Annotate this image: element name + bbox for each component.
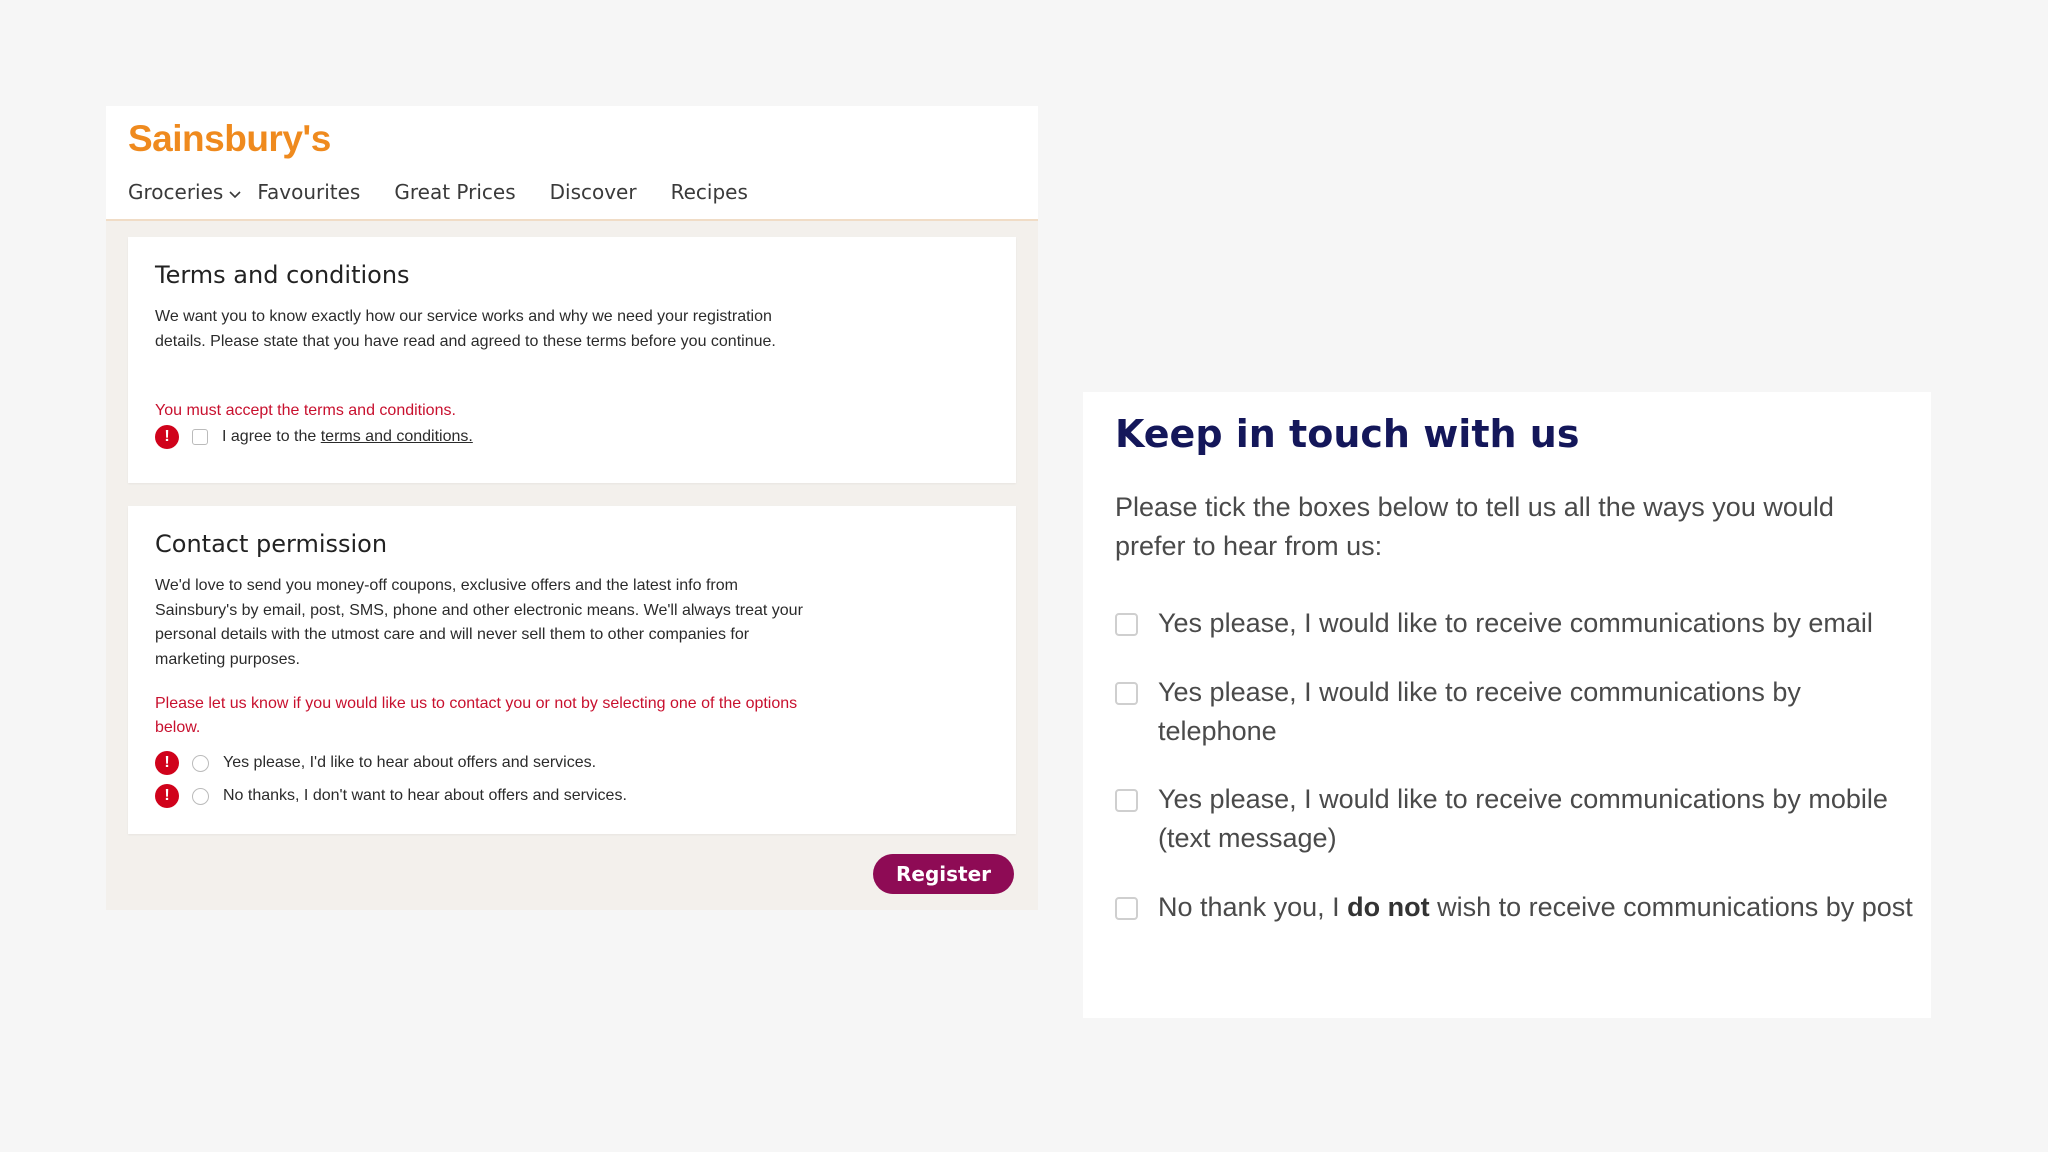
terms-link[interactable]: terms and conditions. xyxy=(321,428,473,446)
nav-discover[interactable]: Discover xyxy=(550,180,637,204)
telephone-checkbox[interactable] xyxy=(1115,682,1138,705)
nav-favourites[interactable]: Favourites xyxy=(257,180,360,204)
contact-title: Contact permission xyxy=(155,530,388,558)
post-decline-checkbox[interactable] xyxy=(1115,897,1138,920)
terms-agree-prefix: I agree to the xyxy=(222,428,321,445)
email-option-label[interactable]: Yes please, I would like to receive comm… xyxy=(1158,604,1873,643)
contact-permission-card: Contact permission We'd love to send you… xyxy=(128,506,1016,834)
email-checkbox[interactable] xyxy=(1115,613,1138,636)
nav-recipes[interactable]: Recipes xyxy=(671,180,748,204)
comm-option-email: Yes please, I would like to receive comm… xyxy=(1115,604,1915,643)
terms-title: Terms and conditions xyxy=(155,261,410,289)
error-alert-icon: ! xyxy=(155,425,179,449)
terms-card: Terms and conditions We want you to know… xyxy=(128,237,1016,483)
terms-error-message: You must accept the terms and conditions… xyxy=(155,402,456,419)
error-alert-icon: ! xyxy=(155,784,179,808)
nav-groceries[interactable]: Groceries xyxy=(128,180,243,204)
contact-body: We'd love to send you money-off coupons,… xyxy=(155,577,803,668)
terms-agree-checkbox[interactable] xyxy=(192,429,208,445)
comm-option-mobile: Yes please, I would like to receive comm… xyxy=(1115,780,1915,858)
sainsburys-logo[interactable]: Sainsbury's xyxy=(128,118,331,160)
terms-agree-row: ! I agree to the terms and conditions. xyxy=(155,425,473,449)
telephone-option-label[interactable]: Yes please, I would like to receive comm… xyxy=(1158,673,1915,751)
contact-no-radio[interactable] xyxy=(192,787,209,805)
keep-in-touch-intro: Please tick the boxes below to tell us a… xyxy=(1115,492,1834,561)
contact-yes-radio[interactable] xyxy=(192,754,209,772)
main-nav: Groceries Favourites Great Prices Discov… xyxy=(128,180,782,204)
error-alert-icon: ! xyxy=(155,751,179,775)
keep-in-touch-title: Keep in touch with us xyxy=(1115,412,1580,456)
nav-groceries-label: Groceries xyxy=(128,180,224,204)
contact-option-yes-row: ! Yes please, I'd like to hear about off… xyxy=(155,751,596,775)
comm-option-post-decline: No thank you, I do not wish to receive c… xyxy=(1115,888,1915,927)
post-decline-option-label[interactable]: No thank you, I do not wish to receive c… xyxy=(1158,888,1913,927)
terms-body: We want you to know exactly how our serv… xyxy=(155,308,776,350)
contact-no-label[interactable]: No thanks, I don't want to hear about of… xyxy=(223,787,627,805)
post-decline-text-bold: do not xyxy=(1347,892,1430,922)
post-decline-text-after: wish to receive communications by post xyxy=(1429,892,1913,922)
sainsburys-registration-panel: Sainsbury's Groceries Favourites Great P… xyxy=(106,106,1038,910)
mobile-option-label[interactable]: Yes please, I would like to receive comm… xyxy=(1158,780,1915,858)
mobile-checkbox[interactable] xyxy=(1115,789,1138,812)
register-button[interactable]: Register xyxy=(873,854,1014,894)
contact-yes-label[interactable]: Yes please, I'd like to hear about offer… xyxy=(223,754,596,772)
comm-option-telephone: Yes please, I would like to receive comm… xyxy=(1115,673,1915,751)
contact-error-message: Please let us know if you would like us … xyxy=(155,695,798,736)
keep-in-touch-panel: Keep in touch with us Please tick the bo… xyxy=(1083,392,1931,1018)
contact-option-no-row: ! No thanks, I don't want to hear about … xyxy=(155,784,627,808)
chevron-down-icon xyxy=(229,191,241,199)
post-decline-text-before: No thank you, I xyxy=(1158,892,1348,922)
nav-great-prices[interactable]: Great Prices xyxy=(394,180,515,204)
site-header: Sainsbury's Groceries Favourites Great P… xyxy=(106,106,1038,221)
